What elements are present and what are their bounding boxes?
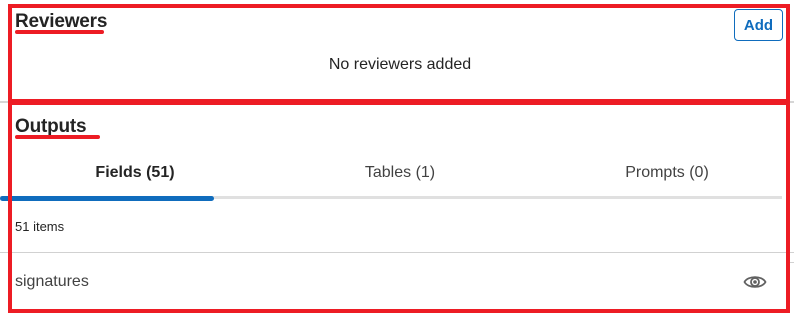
annotation-box-reviewers xyxy=(8,4,790,103)
reviewer-outputs-panel: Reviewers Add No reviewers added Outputs… xyxy=(0,0,794,314)
annotation-box-outputs xyxy=(8,101,790,313)
